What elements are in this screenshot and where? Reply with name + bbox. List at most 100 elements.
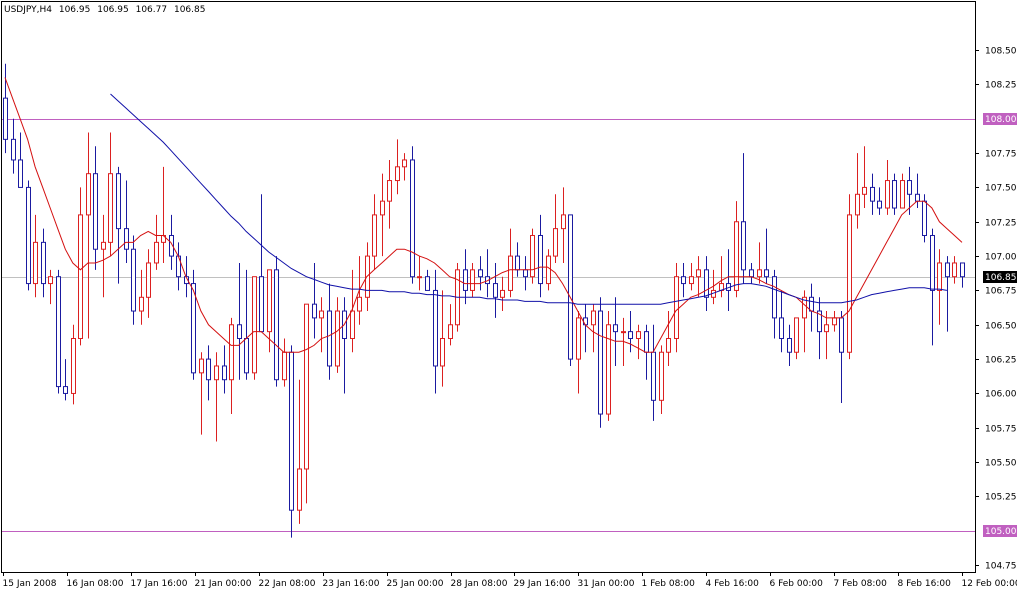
candle-body [824,324,829,333]
candle-body [779,317,784,340]
candle-body [222,365,227,381]
candle-body [372,214,377,257]
high-value: 106.95 [97,5,129,15]
candle-body [613,324,618,333]
chart-header: USDJPY,H4 106.95 106.95 106.77 106.85 [4,5,205,15]
current-price-label: 106.85 [985,273,1017,283]
candle-body [237,324,242,340]
candle-body [470,269,475,291]
candle-body [335,310,340,367]
candle-body [191,283,196,374]
candle-body [402,159,407,168]
y-tick-label: 106.75 [985,287,1017,297]
candle-body [772,276,777,319]
candle-body [508,255,513,291]
x-tick-label: 15 Jan 2008 [3,579,57,589]
candle-body [922,200,927,236]
candle-body [892,180,897,209]
x-tick-label: 8 Feb 16:00 [898,579,952,589]
candle-body [937,262,942,291]
candle-body [78,214,83,340]
y-tick-label: 106.00 [985,390,1017,400]
candle-body [357,296,362,312]
candle-body [659,351,664,401]
candle-body [478,269,483,278]
x-tick-label: 22 Jan 08:00 [259,579,316,589]
candle-body [666,338,671,353]
candle-body [598,310,603,415]
candle [410,146,415,284]
x-tick-label: 21 Jan 00:00 [195,579,252,589]
candle-body [380,200,385,216]
candle-body [199,358,204,374]
candle-body [214,365,219,381]
candle-body [154,241,159,264]
x-tick-label: 25 Jan 00:00 [387,579,444,589]
candle-body [101,241,106,250]
x-tick-label: 29 Jan 16:00 [514,579,571,589]
candle-body [636,331,641,340]
candle-body [33,241,38,285]
y-tick-label: 106.50 [985,322,1017,332]
candle-body [297,468,302,511]
candle-body [847,214,852,353]
candle-body [274,269,279,381]
y-tick-label: 104.75 [985,562,1017,572]
candle [274,256,279,387]
x-tick-label: 6 Feb 00:00 [770,579,824,589]
candle-body [530,234,535,278]
candle-body [877,200,882,209]
candle-body [387,180,392,202]
close-value: 106.85 [174,5,206,15]
candle-body [229,324,234,381]
low-value: 106.77 [136,5,168,15]
candle-body [365,255,370,298]
price-chart[interactable]: 108.50 108.25 107.75 107.50 107.25 107.00 106.… [0,0,1017,591]
candle-body [448,324,453,340]
candle-body [945,262,950,278]
candle-body [855,193,860,216]
candle [252,276,257,380]
x-tick-label: 31 Jan 00:00 [578,579,635,589]
candle-body [681,276,686,285]
candle-body [651,351,656,401]
candle [191,269,196,380]
candle [847,194,852,360]
candle-body [591,310,596,326]
candle-body [131,248,136,312]
candle-body [93,173,98,250]
candle-body [907,180,912,195]
candle [606,311,611,421]
candle-body [621,331,626,334]
x-tick-label: 1 Feb 08:00 [642,579,696,589]
candle-body [417,276,422,279]
candle-body [395,166,400,182]
candle-body [689,276,694,285]
candle-body [350,310,355,340]
candle-body [267,269,272,333]
candle [674,262,679,353]
candle-body [704,269,709,298]
candle-body [839,317,844,353]
candle-body [952,262,957,278]
candle-body [764,269,769,278]
candle-body [561,214,566,230]
candle-body [116,173,121,230]
candle-body [252,276,257,374]
candle-body [628,331,633,340]
y-tick-label: 105.75 [985,425,1017,435]
candle-body [108,173,113,243]
candle-body [930,234,935,291]
open-value: 106.95 [59,5,91,15]
candle-body [900,180,905,209]
candle-body [48,276,53,285]
y-tick-label: 107.75 [985,150,1017,160]
candle-body [86,173,91,216]
candle-body [56,276,61,388]
candle-body [327,310,332,367]
x-tick-label: 28 Jan 08:00 [451,579,508,589]
y-tick-label: 105.25 [985,493,1017,503]
y-tick-label: 106.25 [985,356,1017,366]
candle [530,228,535,284]
candle-body [757,269,762,278]
